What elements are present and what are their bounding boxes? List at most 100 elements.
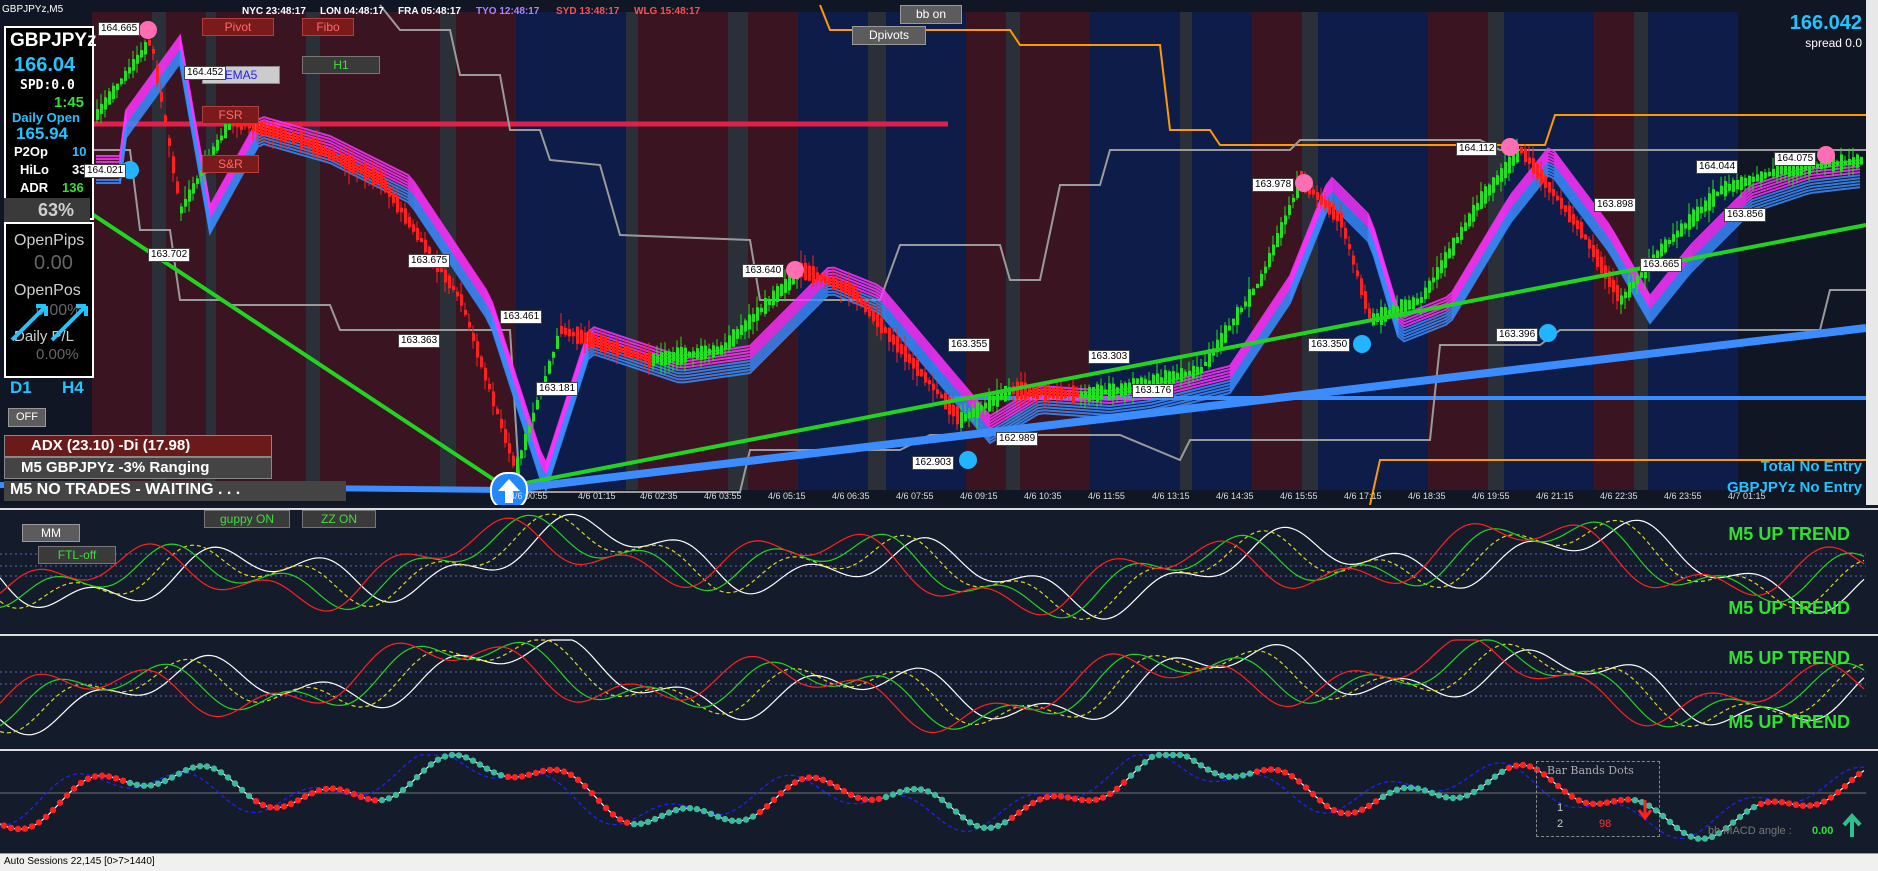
time-tick: 4/6 22:35 (1600, 491, 1638, 501)
macd-dot (0, 822, 8, 829)
macd-dot (721, 815, 729, 823)
macd-dot (504, 773, 512, 780)
macd-dot (476, 761, 484, 768)
session-band (1180, 12, 1192, 490)
down-arrow-icon (1637, 800, 1653, 821)
macd-dot (7, 824, 15, 832)
fsr-button[interactable]: FSR (202, 106, 259, 124)
time-tick: 4/6 06:35 (832, 491, 870, 501)
zigzag-dot (1817, 146, 1835, 164)
zz-on-button[interactable]: ZZ ON (302, 510, 376, 528)
time-tick: 4/6 23:55 (1664, 491, 1702, 501)
macd-dot (1078, 796, 1086, 804)
bb-on-button[interactable]: bb on (900, 5, 962, 24)
zigzag-dot (1353, 335, 1371, 353)
price-label: 162.903 (912, 456, 955, 470)
panel-spread: SPD:0.0 (20, 78, 75, 93)
macd-dot (49, 806, 57, 814)
off-button[interactable]: OFF (8, 408, 46, 427)
macd-dot (1309, 790, 1317, 798)
dpivots-button[interactable]: Dpivots (852, 26, 926, 45)
fibo-button[interactable]: Fibo (302, 18, 354, 36)
right-toolbar[interactable] (1866, 0, 1878, 505)
tf-h4[interactable]: H4 (62, 378, 84, 398)
time-tick: 4/6 18:35 (1408, 491, 1446, 501)
macd-dot (336, 786, 344, 793)
zigzag-dot (139, 21, 157, 39)
zigzag-dot (1501, 138, 1519, 156)
macd-dot (1372, 798, 1380, 805)
osc1-svg (0, 510, 1878, 633)
macd-dot (707, 810, 715, 817)
price-label: 164.665 (98, 22, 141, 36)
macd-dot (511, 774, 519, 781)
macd-dot (609, 811, 617, 818)
macd-dot (518, 773, 526, 780)
snr-button[interactable]: S&R (202, 155, 259, 173)
guppy-on-button[interactable]: guppy ON (204, 510, 290, 528)
trend-text-3: M5 UP TREND (1728, 648, 1850, 668)
mm-button[interactable]: MM (22, 524, 80, 542)
macd-dot (1071, 795, 1079, 802)
macd-dot (651, 815, 659, 823)
status-bar-text: Auto Sessions 22,145 [0>7>1440] (4, 856, 155, 867)
macd-dot (98, 772, 106, 779)
macd-dot (1274, 767, 1282, 774)
up-arrow-icon (1842, 813, 1862, 837)
macd-dot (357, 793, 365, 800)
h1-button[interactable]: H1 (302, 56, 380, 74)
macd-dot (1386, 789, 1394, 796)
daily-pl-value: 0.00% (36, 346, 79, 363)
open-pips-value: 0.00 (34, 252, 73, 274)
macd-dot (637, 820, 645, 827)
macd-dot (1323, 802, 1331, 810)
ftl-off-button[interactable]: FTL-off (38, 546, 116, 564)
macd-dot (938, 796, 946, 803)
trend-text-4: M5 UP TREND (1728, 712, 1850, 732)
main-chart-pane[interactable]: GBPJPYz,M5 NYC 23:48:17 LON 04:48:17 FRA… (0, 0, 1878, 505)
trend-text-1: M5 UP TREND (1728, 524, 1850, 544)
oscillator-pane-2[interactable]: M5 UP TREND M5 UP TREND (0, 634, 1878, 748)
session-band (306, 12, 320, 490)
macd-dot (1050, 792, 1058, 800)
macd-dot (1414, 785, 1422, 792)
price-label: 162.989 (996, 432, 1039, 446)
macd-dot (1183, 753, 1191, 760)
macd-dot (1120, 779, 1128, 786)
session-band (456, 12, 516, 490)
tf-d1[interactable]: D1 (10, 378, 32, 398)
macd-dot (574, 776, 582, 783)
time-tick: 4/6 00:55 (510, 491, 548, 501)
macd-dot (154, 780, 162, 787)
macd-dot (1673, 824, 1681, 832)
macd-dot (399, 786, 407, 794)
oscillator-pane-1[interactable]: MM guppy ON ZZ ON FTL-off M5 UP TREND M5… (0, 508, 1878, 633)
macd-dot (581, 782, 589, 790)
time-tick: 4/6 02:35 (640, 491, 678, 501)
macd-dot (791, 779, 799, 786)
price-label: 163.396 (1496, 328, 1539, 342)
open-pips-label: OpenPips (14, 232, 85, 249)
macd-dot (1428, 789, 1436, 797)
price-label: 163.898 (1594, 198, 1637, 212)
trades-bar: M5 NO TRADES - WAITING . . . (4, 481, 346, 501)
macd-dot (406, 780, 414, 788)
macd-dot (21, 825, 29, 832)
macd-dot (1176, 751, 1184, 759)
panel-timer: 1:45 (54, 94, 85, 111)
macd-dot (1232, 773, 1240, 780)
macd-dot (1218, 772, 1226, 779)
percent-box: 63% (4, 198, 90, 222)
macd-dot (497, 772, 505, 779)
macd-dot (1204, 766, 1212, 773)
main-chart-svg (0, 0, 1878, 505)
macd-dot (742, 816, 750, 823)
macd-dot (224, 774, 232, 781)
time-tick: 4/6 17:15 (1344, 491, 1382, 501)
macd-dot (679, 805, 687, 812)
oscillator-pane-3[interactable]: Bar Bands Dots 1 2 98 bb MACD angle : 0.… (0, 749, 1878, 855)
macd-dot (196, 763, 204, 770)
pivot-button[interactable]: Pivot (202, 18, 274, 36)
macd-dot (329, 785, 337, 792)
macd-dot (952, 808, 960, 815)
